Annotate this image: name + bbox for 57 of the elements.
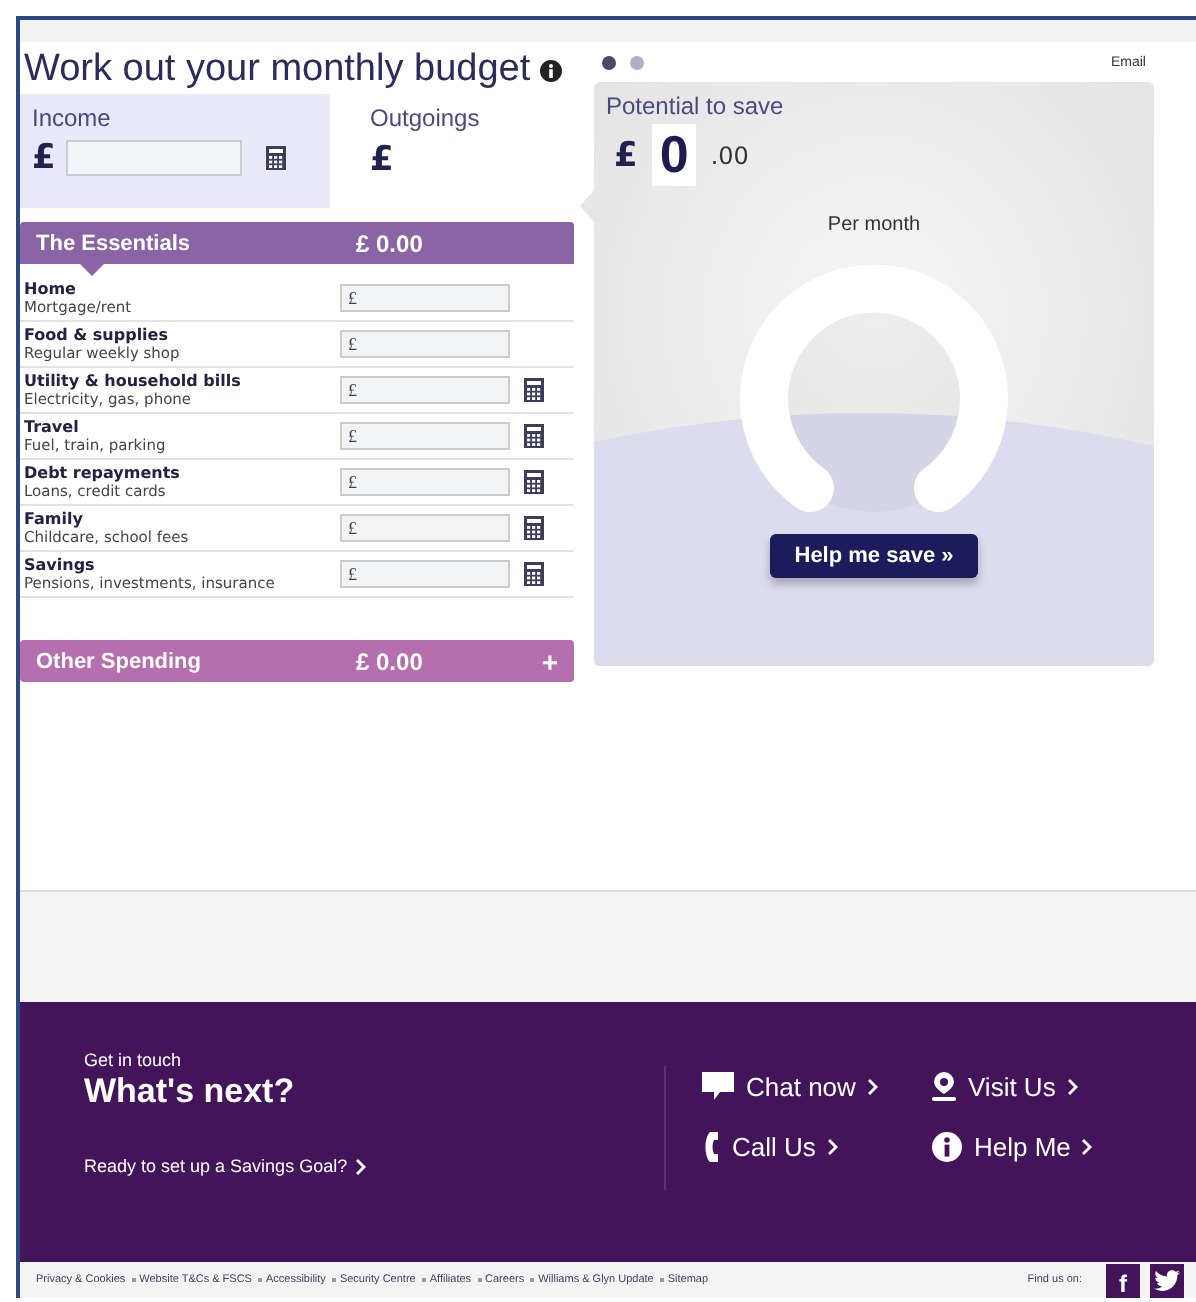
category-name: Utility & household bills xyxy=(24,372,243,390)
calculator-icon[interactable] xyxy=(524,378,544,402)
carousel-dot[interactable] xyxy=(602,55,616,69)
amount-field[interactable]: £ xyxy=(340,560,510,588)
bird-icon xyxy=(1154,1269,1180,1291)
phone-icon xyxy=(702,1131,720,1161)
category-name: Travel xyxy=(24,418,81,436)
currency-symbol: £ xyxy=(370,140,396,180)
amount-field[interactable]: £ xyxy=(340,468,510,496)
chevron-icon xyxy=(355,1157,368,1175)
help-me-save-button[interactable]: Help me save » xyxy=(770,534,978,578)
facebook-link[interactable]: f xyxy=(1106,1263,1140,1297)
calculator-icon[interactable] xyxy=(524,516,544,540)
category-name: Food & supplies xyxy=(24,326,170,344)
potential-label: Potential to save xyxy=(604,90,786,120)
chevron-icon xyxy=(1082,1137,1095,1155)
footer-eyebrow: Get in touch xyxy=(84,1050,184,1070)
category-name: Debt repayments xyxy=(24,464,182,482)
chevron-icon xyxy=(867,1077,880,1095)
category-name: Home xyxy=(24,280,78,298)
period-label: Per month xyxy=(827,214,921,236)
contact-link[interactable]: Help Me xyxy=(932,1130,1132,1162)
savings-amount: 0 xyxy=(651,124,697,186)
currency-symbol: £ xyxy=(614,135,638,175)
outgoings-label: Outgoings xyxy=(370,104,480,132)
currency-symbol: £ xyxy=(32,138,56,178)
amount-field[interactable]: £ xyxy=(340,376,510,404)
twitter-link[interactable] xyxy=(1150,1263,1184,1297)
chevron-icon xyxy=(1067,1077,1080,1095)
amount-field[interactable]: £ xyxy=(340,284,510,312)
header-pointer xyxy=(80,264,104,276)
page-title: Work out your monthly budget xyxy=(24,48,531,92)
essentials-header[interactable]: The Essentials £ 0.00 xyxy=(20,222,574,264)
carousel-dot[interactable] xyxy=(630,55,644,69)
contact-link[interactable]: Call Us xyxy=(702,1130,932,1162)
calculator-icon[interactable] xyxy=(524,424,544,448)
calculator-icon[interactable] xyxy=(524,470,544,494)
other-spending-header[interactable]: Other Spending £ 0.00 + xyxy=(20,640,574,682)
calculator-icon[interactable] xyxy=(265,146,286,170)
contact-link[interactable]: Chat now xyxy=(702,1070,932,1102)
speech-bubble-icon xyxy=(702,1072,734,1100)
calculator-icon[interactable] xyxy=(524,562,544,586)
amount-field[interactable]: £ xyxy=(340,422,510,450)
pence-text: .00 xyxy=(710,141,749,169)
savings-goal-link[interactable]: Ready to set up a Savings Goal? xyxy=(84,1156,664,1176)
income-label: Income xyxy=(32,104,113,132)
income-field[interactable] xyxy=(65,140,242,176)
category-name: Savings xyxy=(24,556,97,574)
info-icon[interactable] xyxy=(540,59,563,81)
contact-link[interactable]: Visit Us xyxy=(932,1070,1132,1102)
footer-heading: What's next? xyxy=(84,1072,297,1112)
category-name: Family xyxy=(24,510,85,528)
amount-field[interactable]: £ xyxy=(340,330,510,358)
amount-field[interactable]: £ xyxy=(340,514,510,542)
chevron-icon xyxy=(827,1137,840,1155)
info-icon xyxy=(932,1131,962,1161)
location-pin-icon xyxy=(932,1071,956,1101)
